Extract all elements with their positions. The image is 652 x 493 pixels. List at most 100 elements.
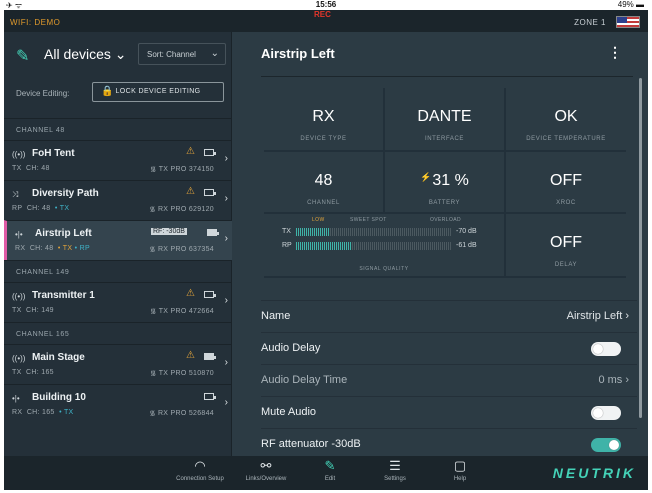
chevron-right-icon: › — [224, 153, 228, 164]
device-name: Main Stage — [32, 352, 85, 363]
signal-quality-meter: LOW SWEET SPOT OVERLOAD TX -70 dB RP -61… — [264, 214, 504, 276]
device-name: Transmitter 1 — [32, 290, 95, 301]
lock-button-label: LOCK DEVICE EDITING — [115, 88, 201, 95]
status-tile-grid: RX DEVICE TYPE DANTE INTERFACE OK DEVICE… — [264, 88, 626, 278]
nav-label: Settings — [384, 476, 406, 482]
device-row-diversity-path[interactable]: ⤨ Diversity Path RP CH: 48 • TX ᯾ RX PRO… — [4, 180, 232, 220]
device-row-main-stage[interactable]: ((•)) Main Stage TX CH: 165 ᯾ TX PRO 510… — [4, 344, 232, 384]
battery-icon — [204, 291, 216, 298]
tile-value: OFF — [550, 234, 582, 251]
setting-audio-delay-time[interactable]: Audio Delay Time 0 ms › — [261, 364, 637, 396]
tile-delay[interactable]: OFF DELAY — [506, 214, 626, 276]
channel-header: CHANNEL 48 — [4, 118, 232, 140]
tile-label: DEVICE TEMPERATURE — [526, 136, 606, 142]
bottom-nav: ◠ Connection Setup ⚯ Links/Overview ✎ Ed… — [4, 456, 648, 490]
tile-label: DELAY — [554, 262, 578, 268]
device-row-airstrip-left[interactable]: •|• Airstrip Left RF: -30dB RX CH: 48 • … — [4, 220, 232, 260]
lock-device-editing-button[interactable]: 🔒 LOCK DEVICE EDITING — [92, 82, 224, 102]
transmitter-icon: ((•)) — [12, 354, 26, 363]
tx-db-value: -70 dB — [456, 228, 477, 235]
device-model: ᯾ TX PRO 510870 — [150, 370, 214, 377]
device-list-header: ✎ All devices ⌄ Sort: Channel ⌄ — [4, 32, 232, 76]
setting-mute-audio: Mute Audio — [261, 396, 637, 428]
nav-settings[interactable]: ☰ Settings — [363, 458, 427, 482]
status-time: 15:56 — [315, 0, 337, 9]
rf-badge: RF: -30dB — [151, 228, 187, 235]
nav-label: Help — [453, 476, 467, 482]
device-model: ᯾ RX PRO 629120 — [149, 206, 214, 213]
receiver-icon: •|• — [12, 394, 20, 403]
status-battery: 49% ▬ — [617, 0, 644, 9]
device-name: FoH Tent — [32, 148, 75, 159]
nav-help[interactable]: ▢ Help — [428, 458, 492, 482]
nav-label: Connection Setup — [176, 476, 224, 482]
sliders-icon: ☰ — [389, 458, 401, 473]
more-options-icon[interactable]: ⋮ — [608, 44, 622, 61]
diversity-icon: ⤨ — [12, 190, 19, 199]
us-flag-icon[interactable] — [616, 16, 640, 28]
tile-interface: DANTE INTERFACE — [385, 88, 504, 150]
neutrik-logo: NEUTRIK — [552, 465, 636, 481]
setting-label: RF attenuator -30dB — [261, 438, 361, 450]
rp-meter — [296, 242, 452, 250]
nav-connection-setup[interactable]: ◠ Connection Setup — [168, 458, 232, 482]
nav-edit[interactable]: ✎ Edit — [298, 458, 362, 482]
tile-channel[interactable]: 48 CHANNEL — [264, 152, 383, 212]
zone-low-label: LOW — [312, 217, 325, 223]
battery-icon — [204, 393, 216, 400]
device-detail-panel: Airstrip Left ⋮ RX DEVICE TYPE DANTE INT… — [232, 32, 648, 462]
device-detail-title: Airstrip Left — [261, 46, 335, 61]
receiver-icon: •|• — [15, 230, 23, 239]
wifi-network-label: WIFI: DEMO — [10, 18, 61, 27]
device-model: ᯾ TX PRO 472664 — [150, 308, 214, 315]
device-row-building-10[interactable]: •|• Building 10 RX CH: 165 • TX ᯾ RX PRO… — [4, 384, 232, 424]
nav-links-overview[interactable]: ⚯ Links/Overview — [234, 458, 298, 482]
chevron-right-icon: › — [224, 233, 228, 244]
nav-label: Links/Overview — [245, 476, 287, 482]
nav-label: Edit — [324, 476, 336, 482]
zone-overload-label: OVERLOAD — [430, 217, 461, 223]
chevron-right-icon: › — [224, 295, 228, 306]
transmitter-icon: ((•)) — [12, 150, 26, 159]
wifi-icon: ◠ — [194, 458, 206, 473]
device-subinfo: TX CH: 165 — [12, 369, 54, 376]
tile-device-type: RX DEVICE TYPE — [264, 88, 383, 150]
setting-value: 0 ms › — [598, 374, 629, 386]
scrollbar[interactable] — [639, 78, 642, 418]
battery-icon — [204, 149, 216, 156]
tile-battery: 31 % BATTERY — [385, 152, 504, 212]
rf-attenuator-toggle[interactable] — [591, 438, 621, 452]
zone-label[interactable]: ZONE 1 — [574, 18, 606, 27]
tile-xroc[interactable]: OFF XROC — [506, 152, 626, 212]
battery-icon — [204, 353, 216, 360]
sort-label: Sort: Channel — [147, 50, 196, 59]
sort-dropdown[interactable]: Sort: Channel ⌄ — [138, 43, 226, 65]
audio-delay-toggle[interactable] — [591, 342, 621, 356]
tx-meter-fill — [296, 228, 331, 236]
device-filter-dropdown[interactable]: All devices ⌄ — [44, 46, 127, 63]
pen-icon[interactable]: ✎ — [16, 46, 29, 66]
pen-icon: ✎ — [324, 458, 336, 473]
warning-icon: ⚠ — [186, 146, 195, 157]
rp-db-value: -61 dB — [456, 242, 477, 249]
device-model: ᯾ RX PRO 637354 — [149, 246, 214, 253]
setting-label: Audio Delay — [261, 342, 321, 354]
warning-icon: ⚠ — [186, 288, 195, 299]
tile-value: RX — [312, 108, 335, 125]
device-name: Building 10 — [32, 392, 86, 403]
device-editing-row: Device Editing: 🔒 LOCK DEVICE EDITING — [4, 82, 232, 106]
chevron-down-icon: ⌄ — [210, 48, 219, 59]
setting-label: Mute Audio — [261, 406, 317, 418]
tile-value: 48 — [314, 172, 333, 189]
setting-label: Name — [261, 310, 291, 322]
setting-name[interactable]: Name Airstrip Left › — [261, 300, 637, 332]
channel-header: CHANNEL 149 — [4, 260, 232, 282]
device-subinfo: TX CH: 48 — [12, 165, 50, 172]
device-editing-label: Device Editing: — [16, 89, 70, 98]
tile-label: DEVICE TYPE — [300, 136, 347, 142]
device-row-foh-tent[interactable]: ((•)) FoH Tent TX CH: 48 ᯾ TX PRO 374150… — [4, 140, 232, 180]
mute-audio-toggle[interactable] — [591, 406, 621, 420]
battery-icon — [204, 189, 216, 196]
rp-label: RP — [282, 242, 292, 249]
device-row-transmitter-1[interactable]: ((•)) Transmitter 1 TX CH: 149 ᯾ TX PRO … — [4, 282, 232, 322]
